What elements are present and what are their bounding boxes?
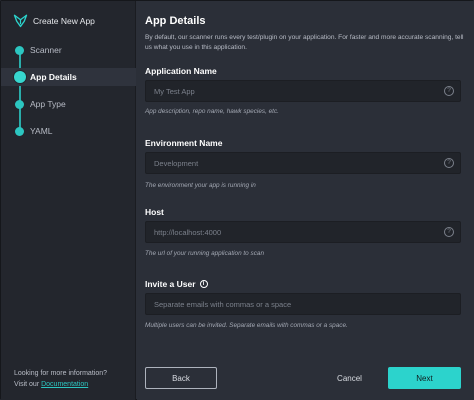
step-app-type[interactable]: App Type xyxy=(1,95,136,113)
host-label-text: Host xyxy=(145,207,164,217)
page-title: App Details xyxy=(145,15,206,27)
invite-user-hint: Multiple users can be invited. Separate … xyxy=(145,322,348,329)
brand-label: Create New App xyxy=(33,15,95,26)
help-question-icon[interactable]: ? xyxy=(444,86,454,96)
help-question-icon[interactable]: ? xyxy=(444,158,454,168)
step-label: App Type xyxy=(30,99,66,109)
step-yaml[interactable]: YAML xyxy=(1,122,136,140)
main-panel: App Details By default, our scanner runs… xyxy=(137,1,474,400)
host-hint: The url of your running application to s… xyxy=(145,250,265,257)
documentation-link[interactable]: Documentation xyxy=(41,381,88,388)
env-name-hint: The environment your app is running in xyxy=(145,182,256,189)
sidebar: Create New App Scanner App Details App T… xyxy=(1,1,136,400)
app-name-label-text: Application Name xyxy=(145,66,217,76)
host-label: Host xyxy=(145,207,164,217)
help-text: Looking for more information? Visit our … xyxy=(14,368,107,390)
env-name-field-wrapper: ? xyxy=(145,152,461,174)
page-description: By default, our scanner runs every test/… xyxy=(145,34,464,51)
help-question-icon[interactable]: ? xyxy=(444,227,454,237)
app-window: Create New App Scanner App Details App T… xyxy=(0,0,474,400)
visit-prefix: Visit our xyxy=(14,381,42,388)
app-name-field-wrapper: ? xyxy=(145,80,461,102)
info-circle-icon[interactable]: i xyxy=(199,280,208,288)
step-label: Scanner xyxy=(30,45,62,55)
app-name-hint: App description, repo name, hawk species… xyxy=(145,108,279,115)
invite-user-field-wrapper xyxy=(145,293,461,315)
invite-user-label: Invite a User i xyxy=(145,279,208,289)
help-question: Looking for more information? xyxy=(14,370,107,377)
app-name-input[interactable] xyxy=(146,81,460,102)
step-dot-active-icon xyxy=(14,71,26,83)
step-app-details[interactable]: App Details xyxy=(1,68,136,86)
step-label: App Details xyxy=(30,72,77,82)
env-name-input[interactable] xyxy=(146,153,460,174)
back-button[interactable]: Back xyxy=(145,367,217,389)
cancel-button[interactable]: Cancel xyxy=(327,367,372,389)
step-dot-icon xyxy=(15,100,24,109)
invite-user-input[interactable] xyxy=(146,294,460,315)
help-visit: Visit our Documentation xyxy=(14,379,107,390)
step-scanner[interactable]: Scanner xyxy=(1,41,136,59)
next-button[interactable]: Next xyxy=(388,367,461,389)
app-name-label: Application Name xyxy=(145,66,217,76)
host-input[interactable] xyxy=(146,222,460,243)
step-progress-rail xyxy=(19,49,21,131)
step-dot-icon xyxy=(15,127,24,136)
host-field-wrapper: ? xyxy=(145,221,461,243)
env-name-label: Environment Name xyxy=(145,138,222,148)
env-name-label-text: Environment Name xyxy=(145,138,223,148)
invite-user-label-text: Invite a User xyxy=(145,279,196,289)
step-label: YAML xyxy=(30,126,53,136)
hawk-logo-icon xyxy=(13,14,28,28)
step-dot-icon xyxy=(15,46,24,55)
brand: Create New App xyxy=(13,13,95,28)
